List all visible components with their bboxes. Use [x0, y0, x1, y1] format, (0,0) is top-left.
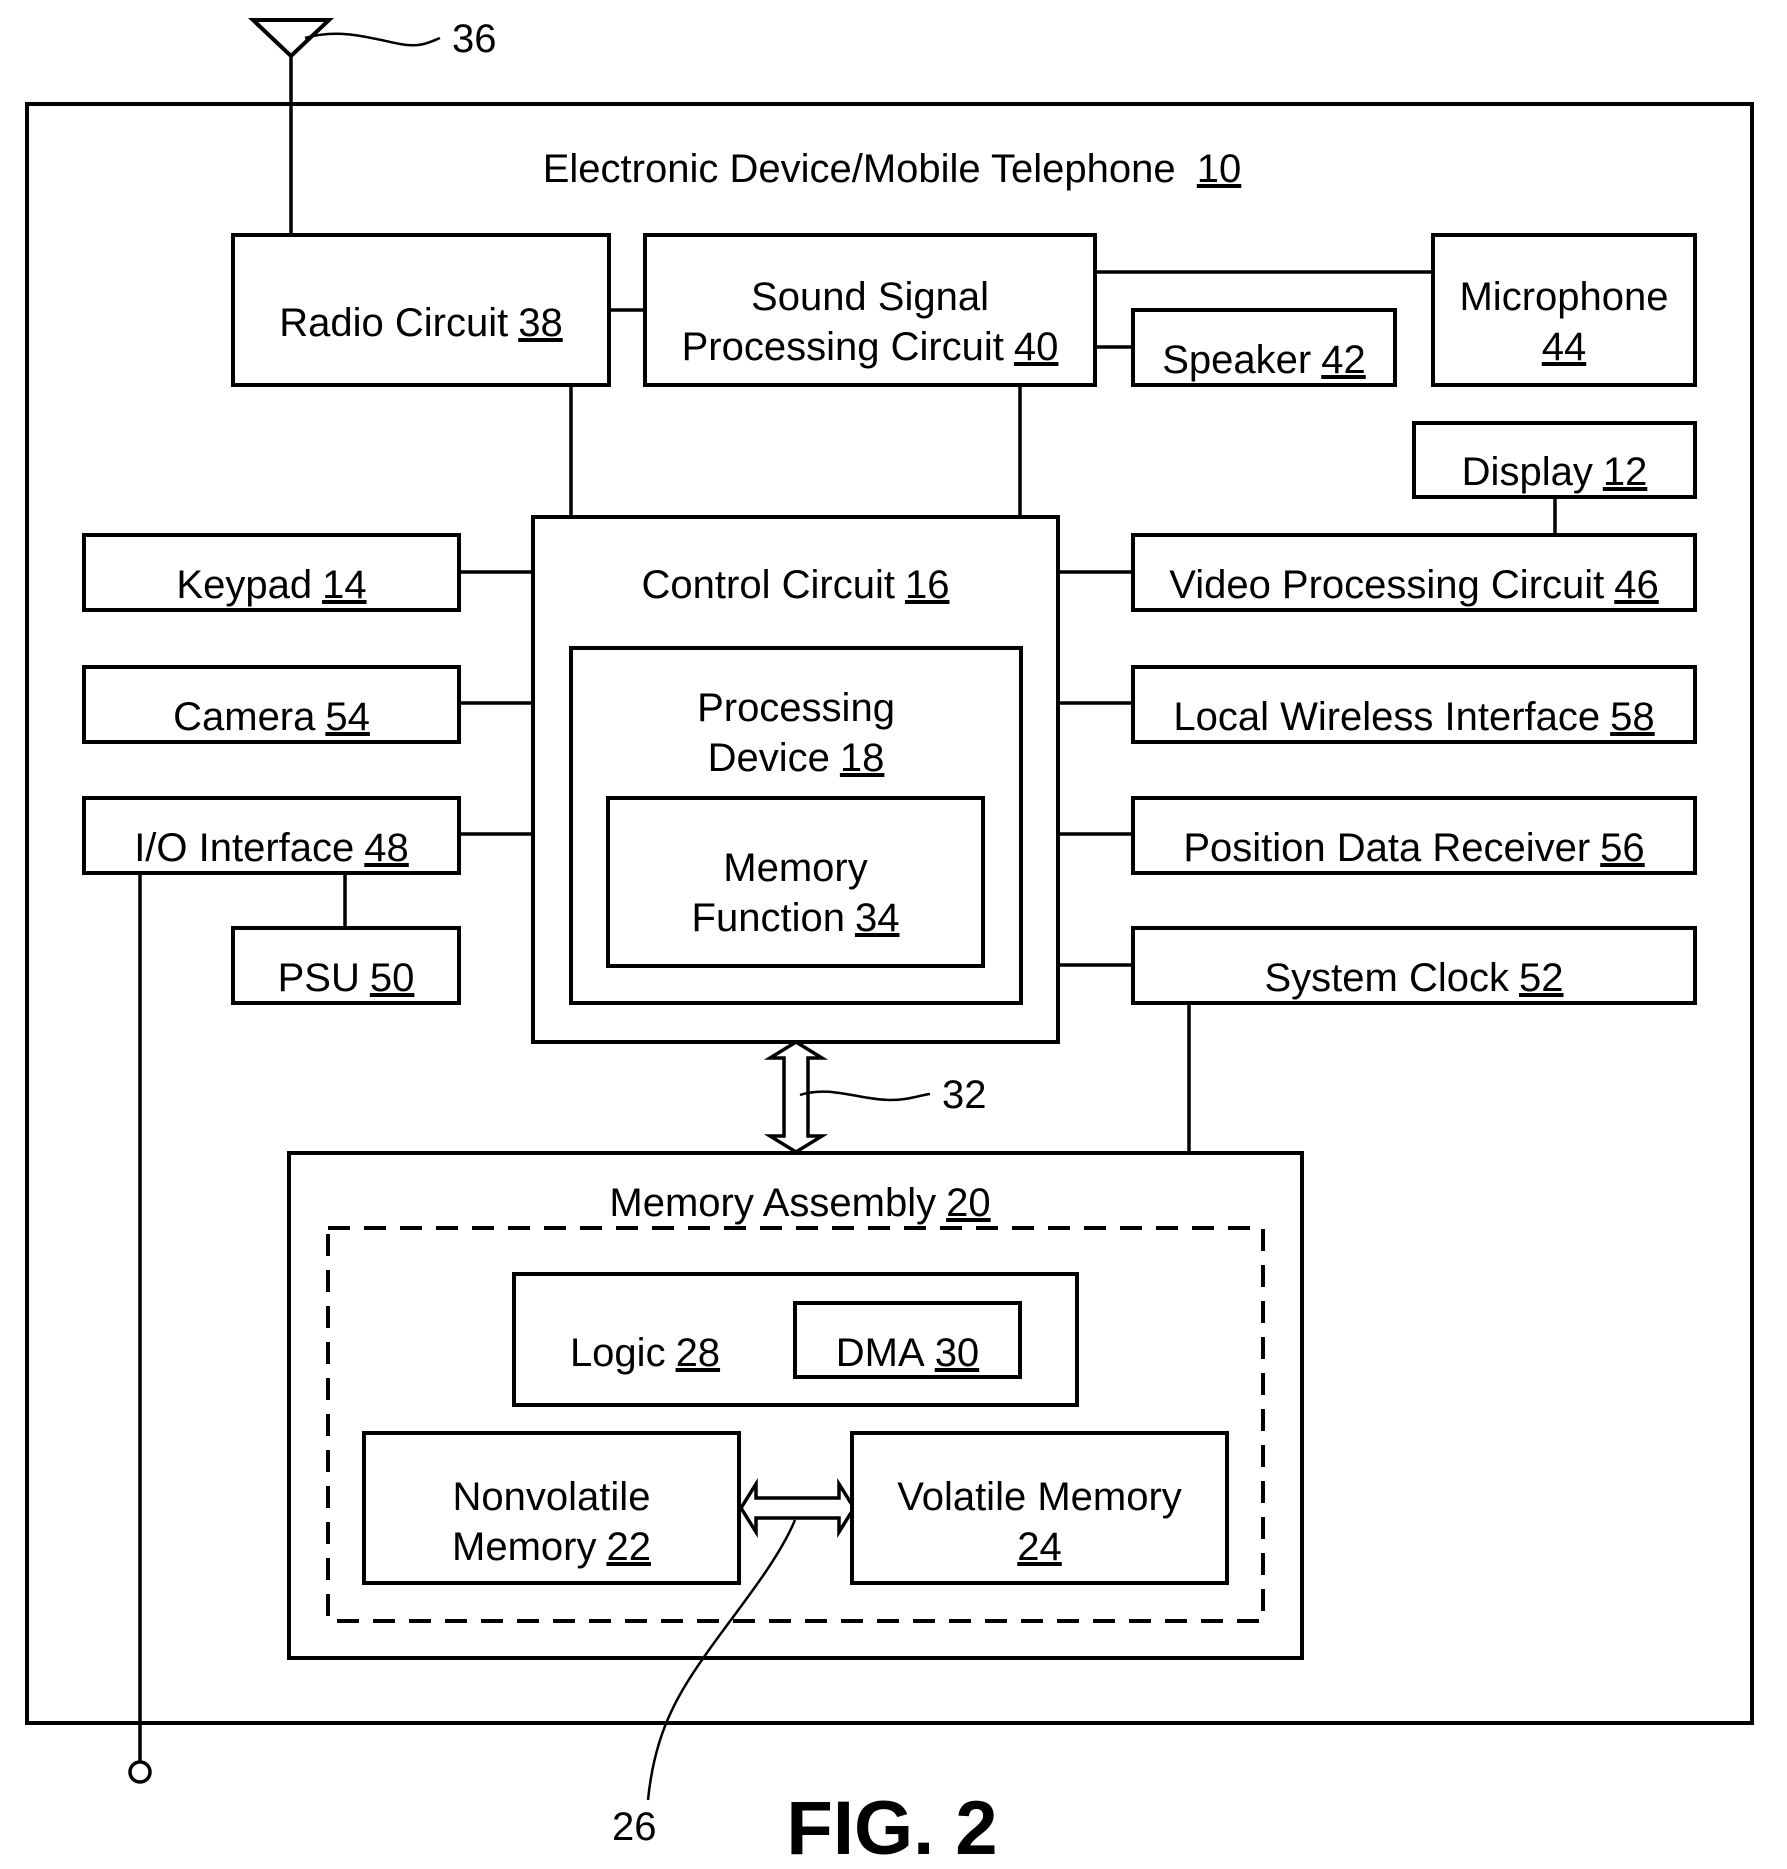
nonvolatile-block: Nonvolatile Memory 22 [362, 1431, 741, 1585]
video-ref: 46 [1614, 563, 1659, 607]
keypad-block: Keypad 14 [82, 533, 461, 612]
display-block: Display 12 [1412, 421, 1697, 499]
io-label-line: I/O Interface 48 [134, 826, 409, 870]
logic-label-line: Logic 28 [570, 1331, 720, 1375]
device-title-text: Electronic Device/Mobile Telephone [543, 147, 1176, 191]
memassembly-label-line: Memory Assembly 20 [609, 1181, 990, 1225]
speaker-block: Speaker 42 [1131, 308, 1397, 387]
speaker-label-line: Speaker 42 [1162, 338, 1365, 382]
memfunc-label-line: Memory [723, 846, 867, 890]
clock-block: System Clock 52 [1131, 926, 1697, 1005]
device-title-ref: 10 [1197, 147, 1242, 191]
io-ref: 48 [364, 826, 409, 870]
volatile-label-line: Volatile Memory [897, 1475, 1182, 1519]
io-block: I/O Interface 48 [82, 796, 461, 875]
device-title: Electronic Device/Mobile Telephone 10 [543, 147, 1242, 191]
psu-ref: 50 [370, 956, 415, 1000]
block-diagram: 36 Electronic Device/Mobile Telephone 10… [25, 17, 1754, 1869]
keypad-label-line: Keypad 14 [176, 563, 366, 607]
radio-ref: 38 [518, 301, 563, 345]
video-block: Video Processing Circuit 46 [1131, 533, 1697, 612]
antenna-leader [304, 32, 441, 47]
nonvolatile-label-line: Nonvolatile [453, 1475, 651, 1519]
figure-caption: FIG. 2 [786, 1786, 997, 1869]
psu-block: PSU 50 [231, 926, 461, 1005]
display-ref: 12 [1603, 450, 1648, 494]
dma-label-line: DMA 30 [836, 1331, 979, 1375]
memory-link-ref-label: 26 [612, 1805, 657, 1849]
sound-label-line: Processing Circuit 40 [682, 325, 1059, 369]
camera-ref: 54 [325, 695, 370, 739]
processing-ref: 18 [840, 736, 885, 780]
radio-block: Radio Circuit 38 [231, 233, 611, 387]
position-ref: 56 [1600, 826, 1645, 870]
memassembly-ref: 20 [946, 1181, 991, 1225]
microphone-block: Microphone 44 [1431, 233, 1697, 387]
volatile-block: Volatile Memory 24 [850, 1431, 1229, 1585]
psu-label-line: PSU 50 [278, 956, 415, 1000]
sound-block: Sound Signal Processing Circuit 40 [643, 233, 1097, 387]
camera-label-line: Camera 54 [173, 695, 370, 739]
nonvolatile-ref: 22 [606, 1525, 651, 1569]
position-block: Position Data Receiver 56 [1131, 796, 1697, 875]
microphone-label-line: Microphone [1459, 275, 1668, 319]
memfunc-block: Memory Function 34 [606, 796, 985, 968]
memfunc-label-line: Function 34 [692, 896, 900, 940]
logic-ref: 28 [676, 1331, 721, 1375]
nonvolatile-label-line: Memory 22 [452, 1525, 651, 1569]
antenna-ref-label: 36 [452, 17, 497, 61]
keypad-ref: 14 [322, 563, 367, 607]
clock-label-line: System Clock 52 [1265, 956, 1564, 1000]
speaker-ref: 42 [1321, 338, 1366, 382]
wireless-block: Local Wireless Interface 58 [1131, 665, 1697, 744]
clock-ref: 52 [1519, 956, 1564, 1000]
processing-label-line: Device 18 [708, 736, 885, 780]
display-label-line: Display 12 [1462, 450, 1648, 494]
memfunc-ref: 34 [855, 896, 900, 940]
wireless-label-line: Local Wireless Interface 58 [1173, 695, 1654, 739]
control-ref: 16 [905, 563, 950, 607]
microphone-ref: 44 [1542, 325, 1587, 369]
position-label-line: Position Data Receiver 56 [1183, 826, 1644, 870]
video-label-line: Video Processing Circuit 46 [1169, 563, 1659, 607]
dma-ref: 30 [935, 1331, 980, 1375]
camera-block: Camera 54 [82, 665, 461, 744]
io-terminal-icon [128, 1760, 152, 1784]
dma-block: DMA 30 [793, 1301, 1022, 1379]
volatile-ref: 24 [1017, 1525, 1062, 1569]
sound-label-line: Sound Signal [751, 275, 989, 319]
memassembly-block: Memory Assembly 20 [609, 1181, 990, 1225]
bus-ref-label: 32 [942, 1073, 987, 1117]
sound-ref: 40 [1014, 325, 1059, 369]
processing-label-line: Processing [697, 686, 895, 730]
wireless-ref: 58 [1610, 695, 1655, 739]
radio-label-line: Radio Circuit 38 [279, 301, 562, 345]
